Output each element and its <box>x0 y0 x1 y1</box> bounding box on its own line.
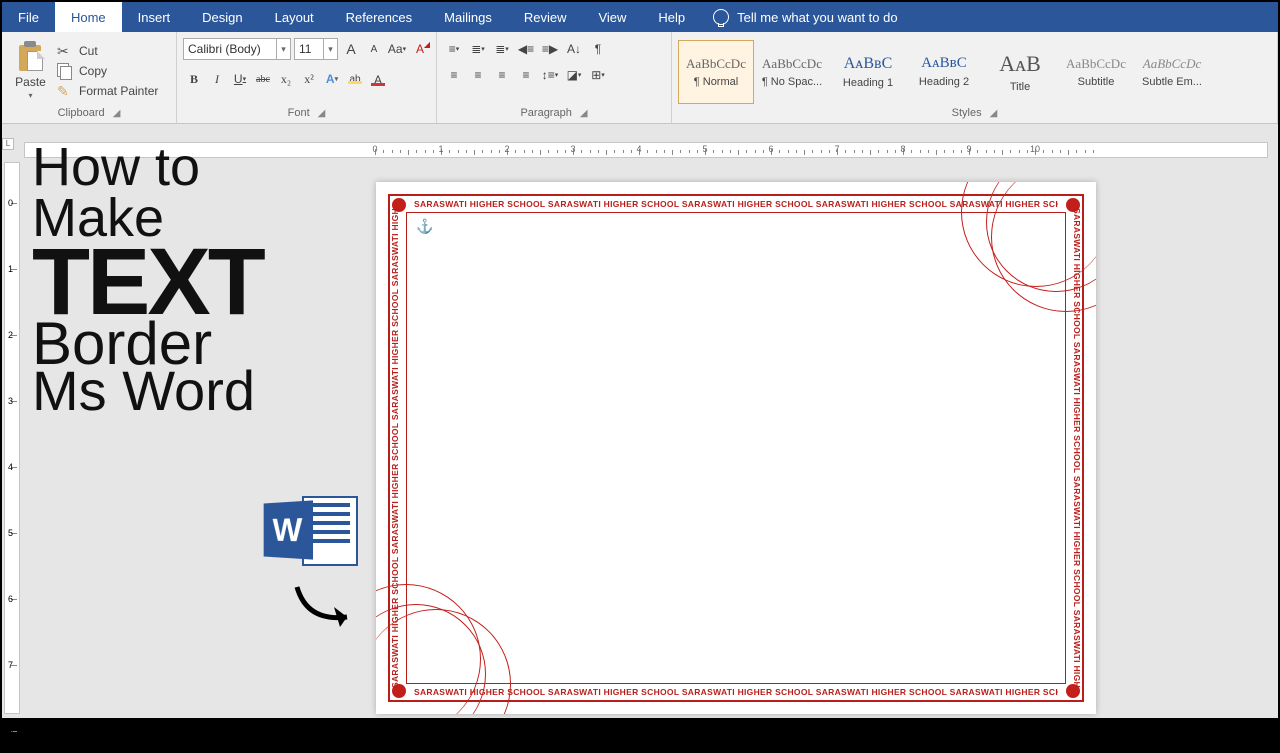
overlay-line: Ms Word <box>32 364 263 417</box>
borders-button[interactable]: ⊞▾ <box>587 64 609 86</box>
font-name-dropdown[interactable]: Calibri (Body)▾ <box>183 38 291 60</box>
clipboard-group-label: Clipboard <box>58 107 105 119</box>
style-heading2[interactable]: AᴀBʙCHeading 2 <box>906 40 982 104</box>
change-case-button[interactable]: Aa▾ <box>387 38 407 60</box>
style-title[interactable]: AᴀBTitle <box>982 40 1058 104</box>
corner-swoosh-bl <box>376 554 536 714</box>
paragraph-group-label: Paragraph <box>520 107 571 119</box>
corner-swoosh-tr <box>936 182 1096 342</box>
arrow-icon <box>292 582 362 632</box>
paste-button[interactable]: Paste ▾ <box>8 36 53 105</box>
clear-formatting-button[interactable]: A◢ <box>410 38 430 60</box>
shading-button[interactable]: ◪▾ <box>563 64 585 86</box>
group-paragraph: ≡▾ ≣▾ ≣▾ ◀≡ ≡▶ A↓ ¶ ≡ ≡ ≡ ≡ ↕≡▾ ◪▾ ⊞▾ <box>437 32 672 123</box>
subscript-button[interactable]: x₂ <box>275 68 297 90</box>
line-spacing-button[interactable]: ↕≡▾ <box>539 64 561 86</box>
group-styles: AaBbCcDc¶ Normal AaBbCcDc¶ No Spac... Aᴀ… <box>672 32 1278 123</box>
show-marks-button[interactable]: ¶ <box>587 38 609 60</box>
copy-button[interactable]: Copy <box>53 62 162 80</box>
tab-review[interactable]: Review <box>508 2 583 32</box>
numbering-button[interactable]: ≣▾ <box>467 38 489 60</box>
styles-launcher[interactable]: ◢ <box>990 108 998 119</box>
styles-group-label: Styles <box>952 107 982 119</box>
bullets-button[interactable]: ≡▾ <box>443 38 465 60</box>
sort-button[interactable]: A↓ <box>563 38 585 60</box>
decrease-indent-button[interactable]: ◀≡ <box>515 38 537 60</box>
justify-button[interactable]: ≡ <box>515 64 537 86</box>
font-size-dropdown[interactable]: 11▾ <box>294 38 338 60</box>
scissors-icon <box>57 43 73 59</box>
menubar: File Home Insert Design Layout Reference… <box>2 2 1278 32</box>
paste-label: Paste <box>15 75 46 89</box>
shrink-font-button[interactable]: A <box>364 38 384 60</box>
tell-me-search[interactable]: Tell me what you want to do <box>713 9 897 25</box>
font-color-button[interactable]: A <box>367 68 389 90</box>
text-effects-button[interactable]: A▾ <box>321 68 343 90</box>
group-font: Calibri (Body)▾ 11▾ A A Aa▾ A◢ B I U▾ ab… <box>177 32 437 123</box>
tab-references[interactable]: References <box>330 2 428 32</box>
tab-help[interactable]: Help <box>642 2 701 32</box>
highlight-button[interactable]: ab <box>344 68 366 90</box>
format-painter-button[interactable]: Format Painter <box>53 82 162 100</box>
group-clipboard: Paste ▾ Cut Copy Format Painter Clipboar… <box>2 32 177 123</box>
multilevel-button[interactable]: ≣▾ <box>491 38 513 60</box>
ribbon: Paste ▾ Cut Copy Format Painter Clipboar… <box>2 32 1278 124</box>
align-center-button[interactable]: ≡ <box>467 64 489 86</box>
style-subtitle[interactable]: AaBbCcDcSubtitle <box>1058 40 1134 104</box>
tab-view[interactable]: View <box>582 2 642 32</box>
font-launcher[interactable]: ◢ <box>318 108 326 119</box>
tab-mailings[interactable]: Mailings <box>428 2 508 32</box>
document-page[interactable]: SARASWATI HIGHER SCHOOL SARASWATI HIGHER… <box>376 182 1096 714</box>
tab-file[interactable]: File <box>2 2 55 32</box>
tab-selector[interactable]: L <box>2 138 14 150</box>
increase-indent-button[interactable]: ≡▶ <box>539 38 561 60</box>
vertical-ruler[interactable]: 012345678 <box>4 162 20 714</box>
style-nospacing[interactable]: AaBbCcDc¶ No Spac... <box>754 40 830 104</box>
underline-button[interactable]: U▾ <box>229 68 251 90</box>
strikethrough-button[interactable]: abc <box>252 68 274 90</box>
font-group-label: Font <box>288 107 310 119</box>
paragraph-launcher[interactable]: ◢ <box>580 108 588 119</box>
clipboard-launcher[interactable]: ◢ <box>113 108 121 119</box>
tab-home[interactable]: Home <box>55 2 122 32</box>
tutorial-title-overlay: How to Make TEXT Border Ms Word <box>32 142 263 417</box>
tell-me-label: Tell me what you want to do <box>737 10 897 25</box>
word-logo-icon: W <box>262 492 358 572</box>
style-normal[interactable]: AaBbCcDc¶ Normal <box>678 40 754 104</box>
brush-icon <box>57 83 73 99</box>
style-heading1[interactable]: AᴀBʙCHeading 1 <box>830 40 906 104</box>
tab-layout[interactable]: Layout <box>259 2 330 32</box>
paste-icon <box>17 41 45 73</box>
anchor-icon: ⚓ <box>416 218 433 235</box>
align-left-button[interactable]: ≡ <box>443 64 465 86</box>
tab-design[interactable]: Design <box>186 2 258 32</box>
style-emphasis[interactable]: AaBbCcDcSubtle Em... <box>1134 40 1210 104</box>
superscript-button[interactable]: x² <box>298 68 320 90</box>
grow-font-button[interactable]: A <box>341 38 361 60</box>
tab-insert[interactable]: Insert <box>122 2 187 32</box>
overlay-line: How to <box>32 142 263 193</box>
italic-button[interactable]: I <box>206 68 228 90</box>
cut-button[interactable]: Cut <box>53 42 162 60</box>
copy-icon <box>57 63 73 79</box>
lightbulb-icon <box>713 9 729 25</box>
bold-button[interactable]: B <box>183 68 205 90</box>
align-right-button[interactable]: ≡ <box>491 64 513 86</box>
